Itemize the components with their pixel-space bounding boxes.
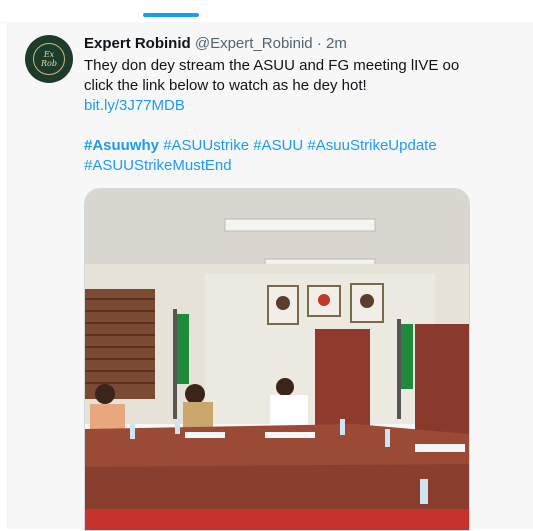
tweet-media-photo[interactable]: [84, 188, 470, 531]
hashtag[interactable]: #ASUU: [253, 137, 303, 154]
handle[interactable]: @Expert_Robinid: [195, 35, 313, 52]
avatar-logo-icon: Ex Rob: [33, 43, 65, 75]
hashtag[interactable]: #AsuuStrikeUpdate: [307, 137, 436, 154]
tweet-link[interactable]: bit.ly/3J77MDB: [84, 97, 185, 114]
hashtag[interactable]: #ASUUstrike: [163, 137, 249, 154]
tweet-text: They don dey stream the ASUU and FG meet…: [84, 56, 514, 176]
tweet-header: Expert Robinid @Expert_Robinid · 2m: [84, 35, 347, 52]
avatar[interactable]: Ex Rob: [25, 35, 73, 83]
tweet-text-line-2: click the link below to watch as he dey …: [84, 77, 367, 94]
hashtag[interactable]: #Asuuwhy: [84, 137, 159, 154]
tweet[interactable]: Ex Rob Expert Robinid @Expert_Robinid · 2…: [7, 22, 533, 531]
timestamp[interactable]: 2m: [326, 35, 347, 52]
separator: ·: [316, 35, 322, 52]
active-tab-indicator: [143, 13, 199, 17]
hashtag[interactable]: #ASUUStrikeMustEnd: [84, 157, 232, 174]
display-name[interactable]: Expert Robinid: [84, 35, 191, 52]
tweet-text-line-1: They don dey stream the ASUU and FG meet…: [84, 57, 460, 74]
hashtag-list: #Asuuwhy #ASUUstrike #ASUU #AsuuStrikeUp…: [84, 136, 514, 176]
tab-bar: [0, 0, 533, 23]
